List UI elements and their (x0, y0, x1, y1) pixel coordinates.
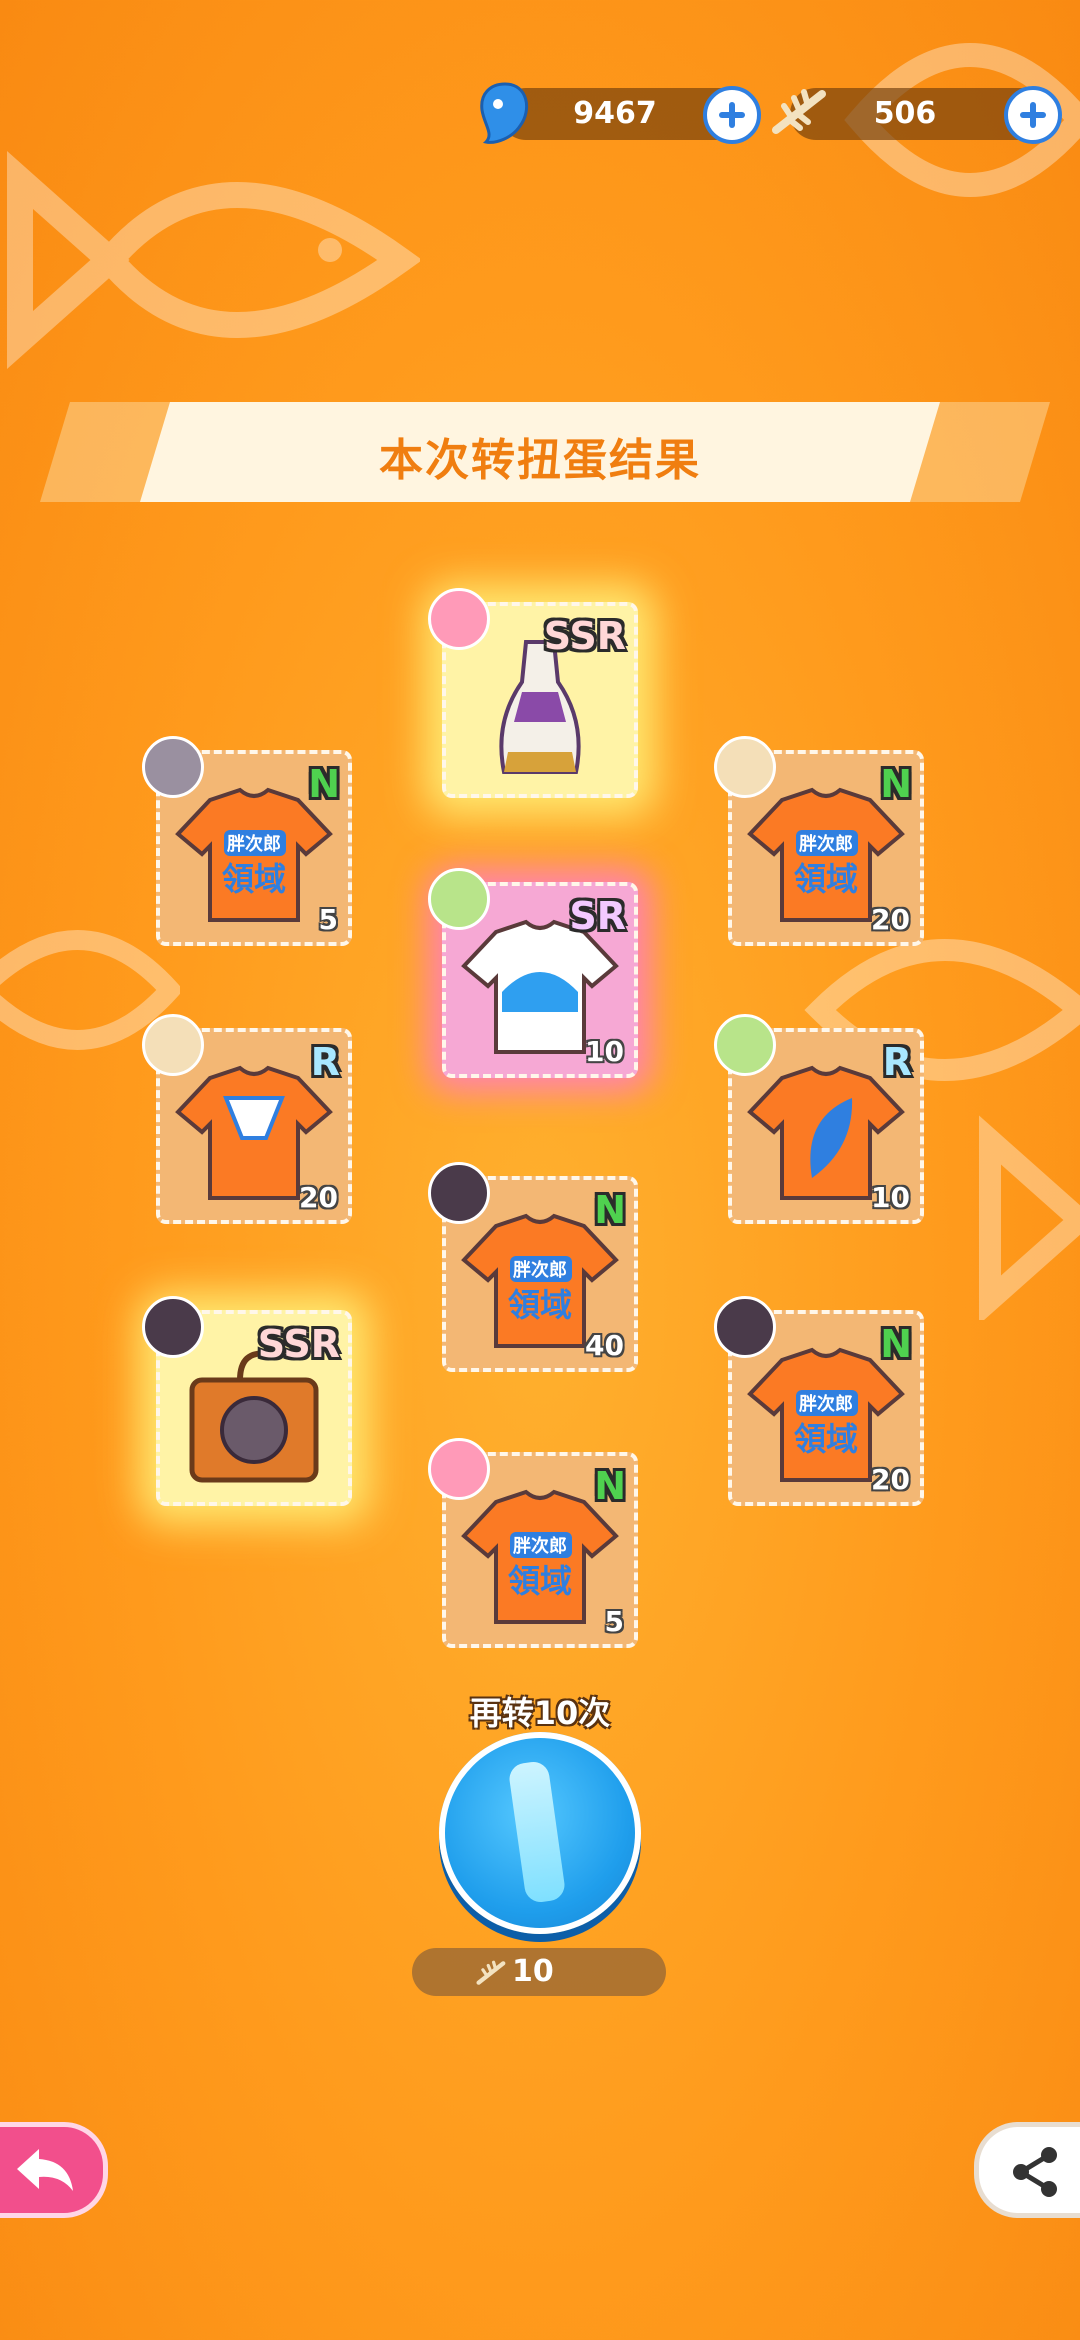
svg-text:胖次郎: 胖次郎 (513, 1259, 567, 1281)
result-item-card[interactable]: 胖次郎 領域 N 5 (142, 736, 352, 946)
svg-text:胖次郎: 胖次郎 (799, 833, 853, 855)
item-count: 20 (299, 1181, 338, 1214)
svg-text:領域: 領域 (794, 860, 858, 898)
rarity-badge: R (882, 1040, 912, 1084)
add-gems-button[interactable] (703, 86, 761, 144)
svg-text:胖次郎: 胖次郎 (799, 1393, 853, 1415)
rarity-badge: N (308, 762, 340, 806)
item-count: 5 (604, 1605, 624, 1638)
svg-text:胖次郎: 胖次郎 (227, 833, 281, 855)
back-button[interactable] (0, 2122, 108, 2218)
fishbone-token-icon (476, 1960, 506, 1985)
result-item-card[interactable]: R 10 (714, 1014, 924, 1224)
share-icon (1013, 2147, 1057, 2197)
result-item-card[interactable]: SSR (142, 1296, 352, 1506)
back-arrow-icon (17, 2149, 73, 2191)
item-count: 20 (871, 1463, 910, 1496)
item-count: 20 (871, 903, 910, 936)
gem-count: 9467 (573, 96, 657, 131)
rarity-badge: N (594, 1188, 626, 1232)
rarity-badge: N (594, 1464, 626, 1508)
result-item-card[interactable]: SR 10 (428, 868, 638, 1078)
result-title: 本次转扭蛋结果 (379, 435, 701, 486)
item-count: 10 (585, 1035, 624, 1068)
spin-again-label: 再转10次 (469, 1694, 611, 1732)
item-count: 10 (871, 1181, 910, 1214)
spin-again-button[interactable] (439, 1732, 641, 1934)
result-item-card[interactable]: 胖次郎 領域 N 20 (714, 1296, 924, 1506)
rarity-badge: SSR (257, 1322, 340, 1366)
result-item-card[interactable]: 胖次郎 領域 N 40 (428, 1162, 638, 1372)
token-count: 506 (873, 96, 937, 131)
add-tokens-button[interactable] (1004, 86, 1062, 144)
rarity-badge: SR (569, 894, 626, 938)
fishbone-token-icon (772, 89, 826, 134)
rarity-badge: SSR (543, 614, 626, 658)
svg-text:胖次郎: 胖次郎 (513, 1535, 567, 1557)
rarity-badge: R (310, 1040, 340, 1084)
svg-text:領域: 領域 (794, 1420, 858, 1458)
item-count: 40 (585, 1329, 624, 1362)
spin-cost: 10 (412, 1948, 666, 1996)
result-item-card[interactable]: 胖次郎 領域 N 20 (714, 736, 924, 946)
svg-text:領域: 領域 (508, 1562, 572, 1600)
rarity-badge: N (880, 1322, 912, 1366)
svg-text:領域: 領域 (222, 860, 286, 898)
gacha-lever-icon (507, 1759, 567, 1905)
share-button[interactable] (974, 2122, 1080, 2218)
gem-icon (480, 82, 529, 144)
spin-cost-value: 10 (512, 1954, 554, 1989)
result-item-card[interactable]: R 20 (142, 1014, 352, 1224)
result-item-card[interactable]: 胖次郎 領域 N 5 (428, 1438, 638, 1648)
item-count: 5 (318, 903, 338, 936)
result-item-card[interactable]: SSR (428, 588, 638, 798)
rarity-badge: N (880, 762, 912, 806)
fish-decoration-icon (7, 151, 420, 369)
svg-text:領域: 領域 (508, 1286, 572, 1324)
